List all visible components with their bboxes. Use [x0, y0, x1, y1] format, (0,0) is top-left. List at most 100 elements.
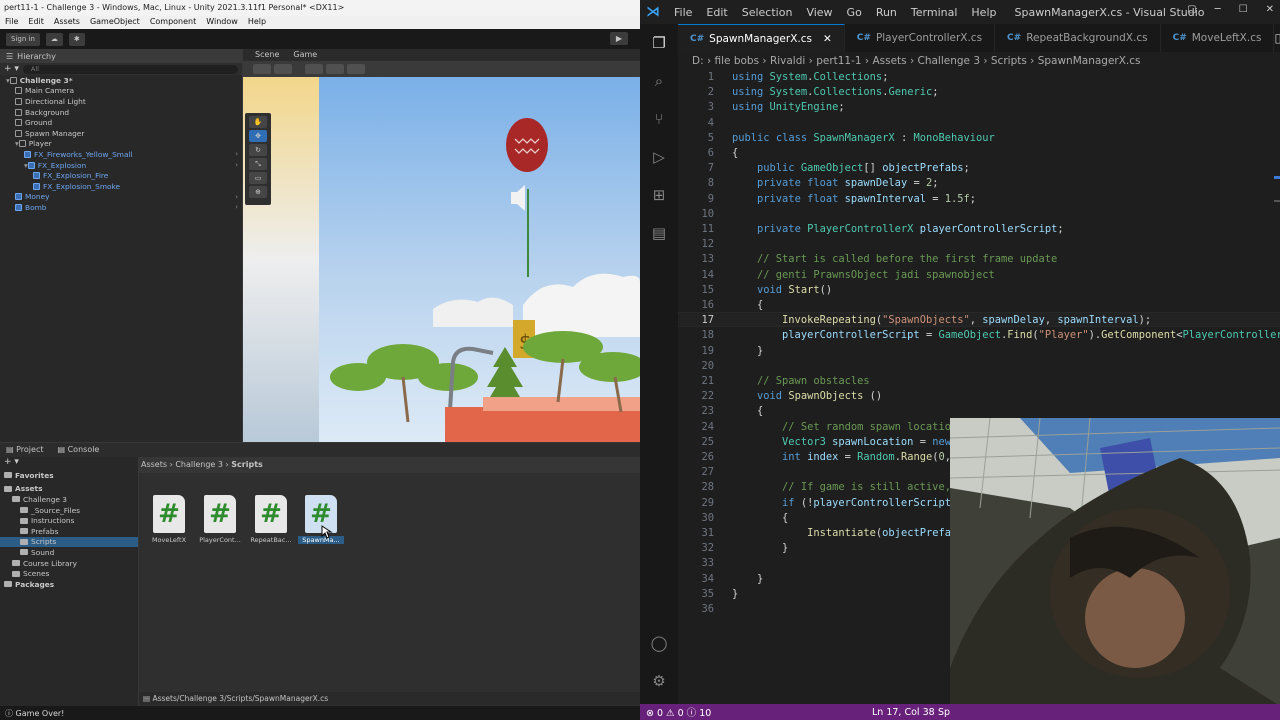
code-line[interactable]: {	[732, 298, 763, 313]
hierarchy-item[interactable]: Background	[0, 107, 242, 118]
code-line[interactable]: InvokeRepeating("SpawnObjects", spawnDel…	[732, 313, 1151, 328]
code-line[interactable]: private float spawnInterval = 1.5f;	[732, 192, 976, 207]
hierarchy-item[interactable]: FX_Fireworks_Yellow_Small ›	[0, 149, 242, 160]
transform-tool-icon[interactable]: ⊕	[249, 186, 267, 198]
rect-tool-icon[interactable]: ▭	[249, 172, 267, 184]
breadcrumb-segment[interactable]: SpawnManagerX.cs	[1038, 55, 1141, 67]
code-line[interactable]: // Start is called before the first fram…	[732, 252, 1057, 267]
split-editor-icon[interactable]: ◫	[1274, 31, 1280, 45]
code-line[interactable]: using System.Collections.Generic;	[732, 85, 939, 100]
breadcrumb-segment[interactable]: Assets	[872, 55, 906, 67]
hierarchy-item[interactable]: ▾ FX_Explosion ›	[0, 160, 242, 171]
cursor-position[interactable]: Ln 17, Col 38	[872, 707, 935, 718]
asset-repeatbackgroundx[interactable]: # RepeatBac...	[248, 495, 294, 544]
sign-in-button[interactable]: Sign in	[6, 32, 40, 46]
folder-item[interactable]: Scenes	[0, 568, 138, 579]
code-line[interactable]: Instantiate(objectPrefa	[732, 526, 951, 541]
breadcrumb-segment[interactable]: Scripts	[991, 55, 1027, 67]
play-button[interactable]: ▶	[610, 32, 628, 45]
code-line[interactable]: using System.Collections;	[732, 70, 888, 85]
draw-mode-button[interactable]	[253, 64, 271, 74]
player-balloon[interactable]	[506, 118, 548, 172]
hierarchy-item[interactable]: Main Camera	[0, 86, 242, 97]
code-line[interactable]: {	[732, 404, 763, 419]
run-debug-icon[interactable]: ▷	[648, 146, 670, 168]
menu-file[interactable]: File	[674, 6, 692, 19]
settings-gear-icon[interactable]: ⚙	[648, 670, 670, 692]
layout-icon[interactable]: ▢	[1187, 4, 1196, 15]
grid-snap-button[interactable]	[305, 64, 323, 74]
snap-increment-button[interactable]	[347, 64, 365, 74]
breadcrumb-segment[interactable]: Challenge 3	[918, 55, 981, 67]
code-line[interactable]: public GameObject[] objectPrefabs;	[732, 161, 970, 176]
tab-moveleftx[interactable]: C# MoveLeftX.cs	[1161, 24, 1275, 52]
hierarchy-item[interactable]: FX_Explosion_Smoke	[0, 181, 242, 192]
scene-viewport[interactable]: $ ✋ ✥ ↻	[243, 77, 640, 442]
folder-item[interactable]: Challenge 3	[0, 494, 138, 505]
code-line[interactable]: int index = Random.Range(0,	[732, 450, 951, 465]
source-control-icon[interactable]: ⑂	[648, 108, 670, 130]
breadcrumb-segment[interactable]: D:	[692, 55, 704, 67]
collab-icon[interactable]: ✱	[68, 32, 85, 46]
breadcrumb-segment[interactable]: pert11-1	[816, 55, 861, 67]
unity-menu-edit[interactable]: Edit	[28, 17, 44, 28]
code-line[interactable]: public class SpawnManagerX : MonoBehavio…	[732, 131, 995, 146]
code-line[interactable]: }	[732, 587, 738, 602]
extensions-icon[interactable]: ⊞	[648, 184, 670, 206]
unity-menu-gameobject[interactable]: GameObject	[90, 17, 140, 28]
breadcrumb-assets[interactable]: Assets	[141, 460, 167, 469]
add-icon[interactable]: + ▾	[4, 64, 19, 74]
remote-indicator[interactable]: ⊗ 0 ⚠ 0 ⓘ 10	[640, 705, 718, 719]
explorer-icon[interactable]: ❐	[648, 32, 670, 54]
tab-spawnmanagerx[interactable]: C# SpawnManagerX.cs ✕	[678, 24, 845, 52]
hierarchy-item[interactable]: Ground	[0, 117, 242, 128]
code-line[interactable]: {	[732, 511, 788, 526]
notebook-icon[interactable]: ▤	[648, 222, 670, 244]
unity-menu-window[interactable]: Window	[206, 17, 238, 28]
rotate-tool-icon[interactable]: ↻	[249, 144, 267, 156]
tab-console[interactable]: ▤ Console	[57, 445, 99, 455]
search-icon[interactable]: ⌕	[648, 70, 670, 92]
unity-console-status[interactable]: ⓘ Game Over!	[0, 706, 640, 720]
folder-item[interactable]: Packages	[0, 579, 138, 590]
tab-game[interactable]: Game	[287, 49, 323, 61]
folder-item[interactable]: Prefabs	[0, 526, 138, 537]
add-asset-icon[interactable]: + ▾	[0, 457, 138, 467]
code-line[interactable]: // Set random spawn location	[732, 420, 957, 435]
menu-terminal[interactable]: Terminal	[911, 6, 958, 19]
folder-item[interactable]: Favorites	[0, 470, 138, 481]
code-line[interactable]: // genti PrawnsObject jadi spawnobject	[732, 268, 995, 283]
asset-playercontrollerx[interactable]: # PlayerCont...	[197, 495, 243, 544]
maximize-icon[interactable]: ☐	[1239, 4, 1248, 15]
code-line[interactable]: void Start()	[732, 283, 832, 298]
unity-menu-help[interactable]: Help	[248, 17, 266, 28]
indentation-status[interactable]: Sp	[938, 707, 950, 718]
scale-tool-icon[interactable]: ⤡	[249, 158, 267, 170]
folder-item[interactable]: Instructions	[0, 515, 138, 526]
code-line[interactable]: void SpawnObjects ()	[732, 389, 882, 404]
hierarchy-tab[interactable]: ☰ Hierarchy	[0, 49, 242, 63]
menu-go[interactable]: Go	[847, 6, 862, 19]
breadcrumb-segment[interactable]: Rivaldi	[770, 55, 805, 67]
hierarchy-item[interactable]: Money ›	[0, 192, 242, 203]
menu-selection[interactable]: Selection	[742, 6, 793, 19]
code-line[interactable]: {	[732, 146, 738, 161]
folder-item[interactable]: Course Library	[0, 558, 138, 569]
menu-help[interactable]: Help	[971, 6, 996, 19]
code-line[interactable]: using UnityEngine;	[732, 100, 845, 115]
prefab-open-icon[interactable]: ›	[235, 161, 238, 169]
folder-item[interactable]: Sound	[0, 547, 138, 558]
unity-menu-file[interactable]: File	[5, 17, 18, 28]
hierarchy-item[interactable]: Spawn Manager	[0, 128, 242, 139]
tab-scene[interactable]: Scene	[249, 49, 285, 61]
grid-button[interactable]	[326, 64, 344, 74]
unity-menu-component[interactable]: Component	[150, 17, 196, 28]
pivot-button[interactable]	[274, 64, 292, 74]
folder-item[interactable]: Scripts	[0, 536, 138, 548]
hierarchy-scene-root[interactable]: ▾ Challenge 3*	[0, 75, 242, 86]
close-icon[interactable]: ✕	[1266, 4, 1274, 15]
breadcrumb-challenge[interactable]: Challenge 3	[175, 460, 223, 469]
menu-edit[interactable]: Edit	[706, 6, 727, 19]
code-line[interactable]: playerControllerScript = GameObject.Find…	[732, 328, 1280, 343]
code-line[interactable]: if (!playerControllerScript	[732, 496, 951, 511]
